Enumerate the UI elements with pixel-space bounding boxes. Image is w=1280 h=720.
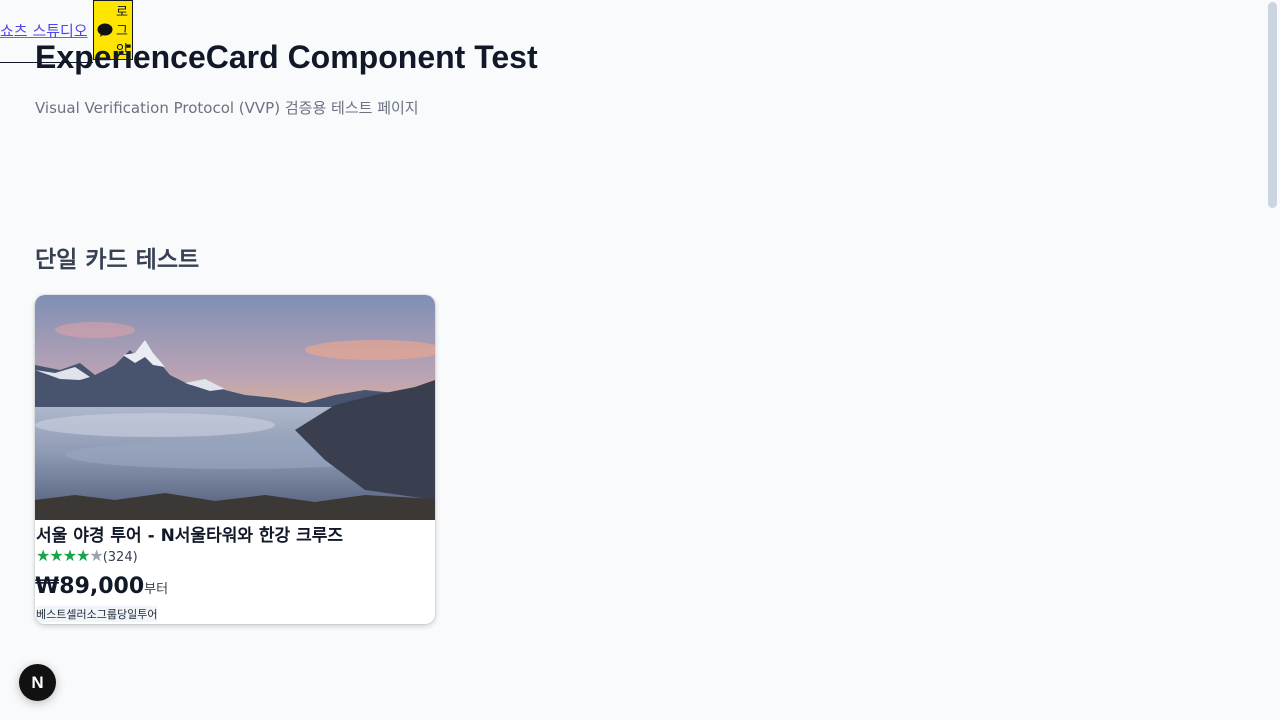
nextjs-dev-indicator-icon[interactable]: N bbox=[19, 664, 56, 701]
price-suffix: 부터 bbox=[144, 582, 169, 597]
experience-card[interactable]: 서울 야경 투어 - N서울타워와 한강 크루즈 ★★★★★(324) ₩89,… bbox=[35, 295, 435, 624]
badge-label: N bbox=[31, 672, 44, 692]
price-amount: ₩89,000 bbox=[35, 574, 145, 599]
rating: ★★★★★(324) bbox=[36, 546, 138, 566]
shorts-studio-link[interactable]: 쇼츠 스튜디오 bbox=[0, 20, 88, 41]
card-tags: 베스트셀러소그룹당일투어 bbox=[36, 606, 158, 622]
price: ₩89,000부터 bbox=[35, 574, 168, 599]
page-subtitle: Visual Verification Protocol (VVP) 검증용 테… bbox=[35, 99, 419, 117]
card-image bbox=[35, 295, 435, 520]
card-title: 서울 야경 투어 - N서울타워와 한강 크루즈 bbox=[36, 526, 344, 546]
scrollbar[interactable] bbox=[1265, 0, 1280, 720]
scrollbar-thumb[interactable] bbox=[1268, 2, 1277, 208]
chat-bubble-icon bbox=[97, 23, 113, 37]
section-title: 단일 카드 테스트 bbox=[35, 247, 200, 273]
star-rating-icon: ★★★★★ bbox=[36, 546, 104, 565]
page-title: ExperienceCard Component Test bbox=[35, 39, 538, 75]
review-count: (324) bbox=[102, 550, 138, 565]
